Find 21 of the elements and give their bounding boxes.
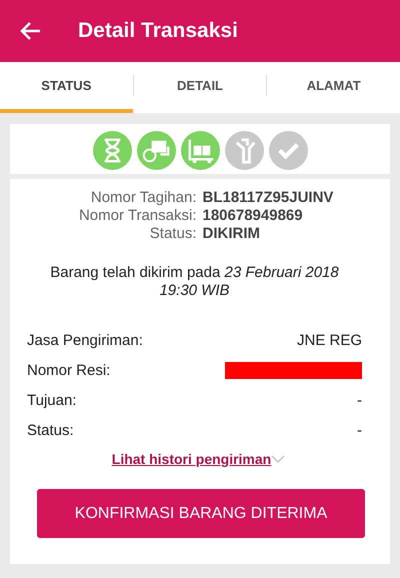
tab[interactable]: ALAMAT xyxy=(267,62,400,113)
field-label: Status: xyxy=(148,225,196,242)
confirm-button[interactable]: KONFIRMASI BARANG DITERIMA xyxy=(37,489,365,538)
field-label: Status: xyxy=(27,422,74,438)
screen-title: Detail Transaksi xyxy=(78,19,238,43)
back-icon[interactable] xyxy=(20,21,42,41)
field-value: DIKIRIM xyxy=(202,225,261,242)
field-value: - xyxy=(357,422,362,438)
history-link[interactable]: Lihat histori pengiriman xyxy=(112,451,272,467)
field-value: BL18117Z95JUINV xyxy=(202,189,334,206)
shipment-message: Barang telah dikirim pada 23 Februari 2018 19:30 WIB xyxy=(49,264,340,300)
field-label: Jasa Pengiriman: xyxy=(27,332,143,348)
field-label: Nomor Tagihan: xyxy=(90,189,196,206)
field-value: - xyxy=(357,392,362,408)
field-value: JNE REG xyxy=(296,332,362,348)
tab[interactable]: DETAIL xyxy=(134,62,266,113)
field-label: Nomor Resi: xyxy=(27,362,110,378)
field-label: Tujuan: xyxy=(27,392,76,408)
field-label: Nomor Transaksi: xyxy=(78,207,196,224)
tab[interactable]: STATUS xyxy=(0,62,133,113)
field-value: 180678949869 xyxy=(202,207,304,224)
